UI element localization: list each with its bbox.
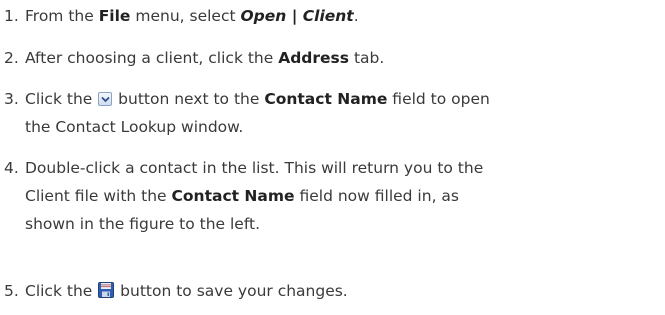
step-text: Click the button next to the Contact Nam… (25, 90, 490, 136)
step-number: 1. (4, 7, 19, 25)
step-text: Double-click a contact in the list. This… (25, 159, 484, 233)
menu-name: File (98, 7, 131, 25)
step-number: 3. (4, 90, 19, 108)
tab-name: Address (278, 49, 350, 67)
step-text: Click the button to save your changes. (25, 282, 348, 300)
save-icon (98, 282, 115, 298)
step-number: 2. (4, 49, 19, 67)
field-name: Contact Name (264, 90, 388, 108)
field-name: Contact Name (171, 187, 295, 205)
step-text: After choosing a client, click the Addre… (25, 49, 385, 67)
step-text: From the File menu, select Open | Client… (25, 7, 359, 25)
chevron-down-icon (98, 92, 113, 106)
menu-path: Open | Client (240, 7, 354, 25)
step-number: 4. (4, 159, 19, 177)
step-number: 5. (4, 282, 19, 300)
